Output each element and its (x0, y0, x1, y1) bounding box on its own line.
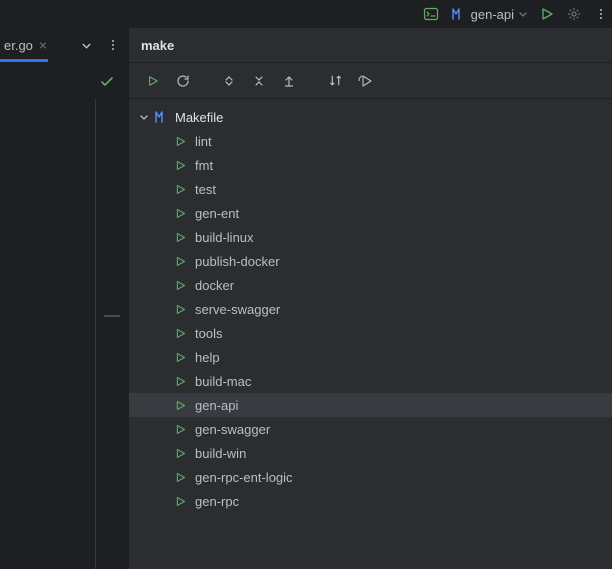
chevron-down-icon (518, 9, 528, 19)
tree-target-tools[interactable]: tools (129, 321, 612, 345)
run-icon (175, 400, 187, 411)
editor-tab-label: er.go (4, 38, 33, 53)
tree-root-makefile[interactable]: Makefile (129, 105, 612, 129)
target-label: lint (195, 134, 212, 149)
target-label: publish-docker (195, 254, 280, 269)
chevron-down-icon[interactable] (139, 112, 153, 122)
tree-target-gen-swagger[interactable]: gen-swagger (129, 417, 612, 441)
tree-target-build-linux[interactable]: build-linux (129, 225, 612, 249)
tree-target-test[interactable]: test (129, 177, 612, 201)
check-icon (100, 75, 114, 89)
run-icon (175, 280, 187, 291)
makefile-config-icon (451, 6, 467, 22)
tree-target-help[interactable]: help (129, 345, 612, 369)
run-configuration-label: gen-api (471, 7, 514, 22)
close-icon[interactable]: × (39, 37, 47, 53)
run-icon (175, 328, 187, 339)
run-icon (175, 496, 187, 507)
tree-target-serve-swagger[interactable]: serve-swagger (129, 297, 612, 321)
collapse-all-icon[interactable] (249, 71, 269, 91)
run-icon (175, 256, 187, 267)
tree-target-build-win[interactable]: build-win (129, 441, 612, 465)
panel-title: make (129, 28, 612, 63)
settings-icon[interactable] (566, 6, 582, 22)
gutter-line (95, 99, 96, 569)
target-label: build-win (195, 446, 246, 461)
run-icon (175, 352, 187, 363)
target-label: serve-swagger (195, 302, 280, 317)
run-icon (175, 232, 187, 243)
editor-tab-active[interactable]: er.go × (0, 28, 47, 62)
tree-target-lint[interactable]: lint (129, 129, 612, 153)
run-icon (175, 448, 187, 459)
run-configuration-dropdown[interactable]: gen-api (451, 6, 528, 22)
run-button[interactable] (540, 7, 554, 21)
sort-icon[interactable] (325, 71, 345, 91)
target-label: fmt (195, 158, 213, 173)
run-icon (175, 472, 187, 483)
terminal-icon[interactable] (423, 6, 439, 22)
run-icon (175, 424, 187, 435)
target-label: gen-rpc-ent-logic (195, 470, 293, 485)
target-label: test (195, 182, 216, 197)
makefile-icon (153, 109, 171, 125)
refresh-icon[interactable] (173, 71, 193, 91)
tree-target-docker[interactable]: docker (129, 273, 612, 297)
target-label: build-mac (195, 374, 251, 389)
run-icon (175, 136, 187, 147)
tree-target-gen-ent[interactable]: gen-ent (129, 201, 612, 225)
make-panel: make (128, 28, 612, 569)
run-icon (175, 208, 187, 219)
tree-root-label: Makefile (175, 110, 223, 125)
target-label: help (195, 350, 220, 365)
chevron-down-icon[interactable] (81, 40, 92, 51)
editor-tab-actions (81, 38, 128, 52)
targets-tree: Makefile lint fmt test gen-ent build-lin… (129, 99, 612, 569)
target-label: docker (195, 278, 234, 293)
target-label: gen-api (195, 398, 238, 413)
show-options-icon[interactable] (355, 71, 375, 91)
run-target-icon[interactable] (143, 71, 163, 91)
tree-target-gen-api[interactable]: gen-api (129, 393, 612, 417)
tree-target-fmt[interactable]: fmt (129, 153, 612, 177)
run-icon (175, 184, 187, 195)
editor-tabs: er.go × (0, 28, 128, 63)
tab-underline (0, 59, 48, 62)
tree-target-gen-rpc-ent-logic[interactable]: gen-rpc-ent-logic (129, 465, 612, 489)
target-label: gen-ent (195, 206, 239, 221)
target-label: gen-swagger (195, 422, 270, 437)
tree-target-build-mac[interactable]: build-mac (129, 369, 612, 393)
more-vertical-icon[interactable] (106, 38, 120, 52)
scroll-to-source-icon[interactable] (279, 71, 299, 91)
run-icon (175, 304, 187, 315)
run-icon (175, 376, 187, 387)
run-icon (175, 160, 187, 171)
target-label: build-linux (195, 230, 254, 245)
target-label: gen-rpc (195, 494, 239, 509)
top-toolbar: gen-api (423, 0, 612, 28)
target-label: tools (195, 326, 222, 341)
tree-target-gen-rpc[interactable]: gen-rpc (129, 489, 612, 513)
panel-toolbar (129, 63, 612, 99)
editor-area: — (0, 63, 128, 569)
fold-dash-icon[interactable]: — (104, 307, 120, 325)
tree-target-publish-docker[interactable]: publish-docker (129, 249, 612, 273)
more-vertical-icon[interactable] (594, 7, 608, 21)
expand-all-icon[interactable] (219, 71, 239, 91)
